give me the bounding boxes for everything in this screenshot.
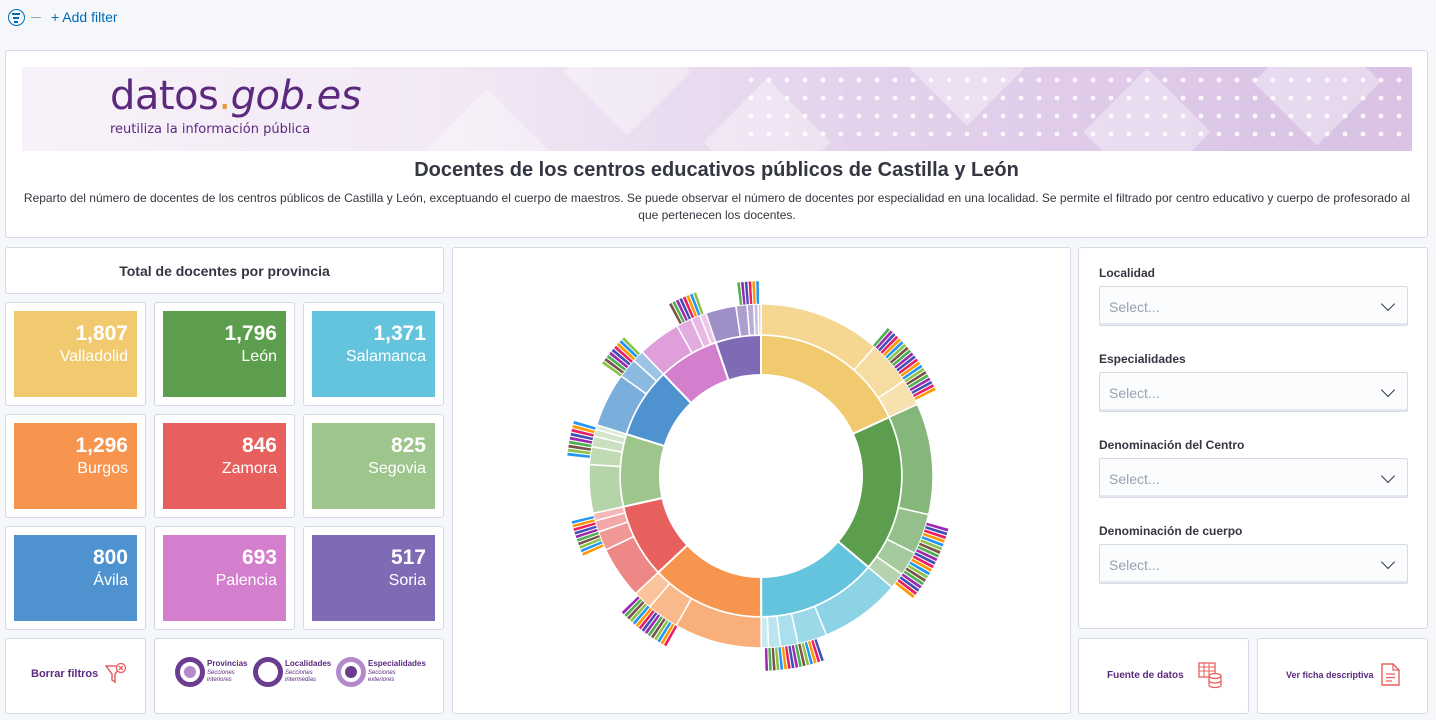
clear-filters-label: Borrar filtros [31,668,99,680]
page-description: Reparto del número de docentes de los ce… [23,191,1411,222]
page-title: Docentes de los centros educativos públi… [414,159,1019,181]
metric-label: León [241,348,277,365]
metric-box: 846 Zamora [163,423,286,509]
filter-icon[interactable] [8,9,25,26]
cuerpo-select[interactable]: Select... [1099,544,1408,584]
metric-leon: 1,796 León [154,302,295,406]
sunburst-legend: Provincias Secciones interiores Localida… [154,638,444,714]
filter-divider [31,17,41,18]
metric-label: Salamanca [345,348,426,365]
document-icon [1381,663,1400,686]
sunburst-slice-segovia[interactable] [619,432,666,508]
database-table-icon [1198,662,1222,689]
metric-value: 1,807 [75,322,128,345]
especialidades-label: Especialidades [1099,352,1186,366]
view-datasheet-button[interactable]: Ver ficha descriptiva [1257,638,1428,714]
ring-inner-icon [175,657,205,687]
metric-box: 825 Segovia [312,423,435,509]
datos-gob-banner: datos.gob.es reutiliza la información pú… [22,67,1412,151]
clear-filters-button[interactable]: Borrar filtros [5,638,146,714]
chevron-down-icon [1380,296,1396,312]
sunburst-specialty-segment[interactable] [751,280,757,305]
metric-value: 800 [92,546,128,569]
datos-gob-logo: datos.gob.es [110,73,362,119]
centro-label: Denominación del Centro [1099,438,1245,452]
localidad-label: Localidad [1099,266,1156,280]
header-panel: datos.gob.es reutiliza la información pú… [5,50,1428,238]
metric-value: 517 [390,546,426,569]
metric-value: 1,371 [373,322,426,345]
sunburst-locality-segment[interactable] [588,463,625,515]
data-source-button[interactable]: Fuente de datos [1078,638,1249,714]
ring-middle-icon [253,657,283,687]
metric-label: Soria [388,572,426,589]
datasheet-label: Ver ficha descriptiva [1286,670,1374,680]
metric-label: Burgos [77,460,128,477]
sunburst-chart [566,280,950,672]
metric-box: 1,296 Burgos [14,423,137,509]
metric-label: Ávila [93,572,128,589]
metric-box: 1,807 Valladolid [14,311,137,397]
metric-value: 846 [241,434,277,457]
metric-segovia: 825 Segovia [303,414,444,518]
filters-panel: Localidad Select... Especialidades Selec… [1078,247,1428,629]
metric-avila: 800 Ávila [5,526,146,630]
sunburst-locality-segment[interactable] [757,303,762,336]
metric-label: Zamora [221,460,277,477]
localidad-select[interactable]: Select... [1099,286,1408,326]
metric-valladolid: 1,807 Valladolid [5,302,146,406]
metric-value: 693 [241,546,277,569]
provinces-title-panel: Total de docentes por provincia [5,247,444,294]
logo-tagline: reutiliza la información pública [110,122,311,137]
chevron-down-icon [1380,382,1396,398]
metric-soria: 517 Soria [303,526,444,630]
especialidades-select[interactable]: Select... [1099,372,1408,412]
chevron-down-icon [1380,554,1396,570]
banner-dots-pattern [742,71,1412,147]
clear-filter-icon [105,663,127,684]
ring-outer-icon [336,657,366,687]
metric-label: Palencia [215,572,277,589]
metric-box: 1,371 Salamanca [312,311,435,397]
metric-burgos: 1,296 Burgos [5,414,146,518]
sunburst-chart-panel [452,247,1071,714]
metric-salamanca: 1,371 Salamanca [303,302,444,406]
metric-label: Valladolid [59,348,128,365]
filter-bar: + Add filter [0,0,1436,36]
metric-value: 1,296 [75,434,128,457]
metric-zamora: 846 Zamora [154,414,295,518]
chevron-down-icon [1380,468,1396,484]
add-filter-button[interactable]: + Add filter [51,9,118,25]
metric-box: 517 Soria [312,535,435,621]
data-source-label: Fuente de datos [1107,670,1184,681]
sunburst-specialty-segment[interactable] [764,647,769,672]
centro-select[interactable]: Select... [1099,458,1408,498]
metric-box: 800 Ávila [14,535,137,621]
metric-value: 1,796 [224,322,277,345]
cuerpo-label: Denominación de cuerpo [1099,524,1243,538]
metric-box: 1,796 León [163,311,286,397]
metric-value: 825 [390,434,426,457]
metric-palencia: 693 Palencia [154,526,295,630]
provinces-title: Total de docentes por provincia [119,263,330,279]
sunburst-specialty-segment[interactable] [755,280,760,305]
metric-label: Segovia [368,460,426,477]
metric-box: 693 Palencia [163,535,286,621]
sunburst-locality-segment[interactable] [760,616,770,649]
